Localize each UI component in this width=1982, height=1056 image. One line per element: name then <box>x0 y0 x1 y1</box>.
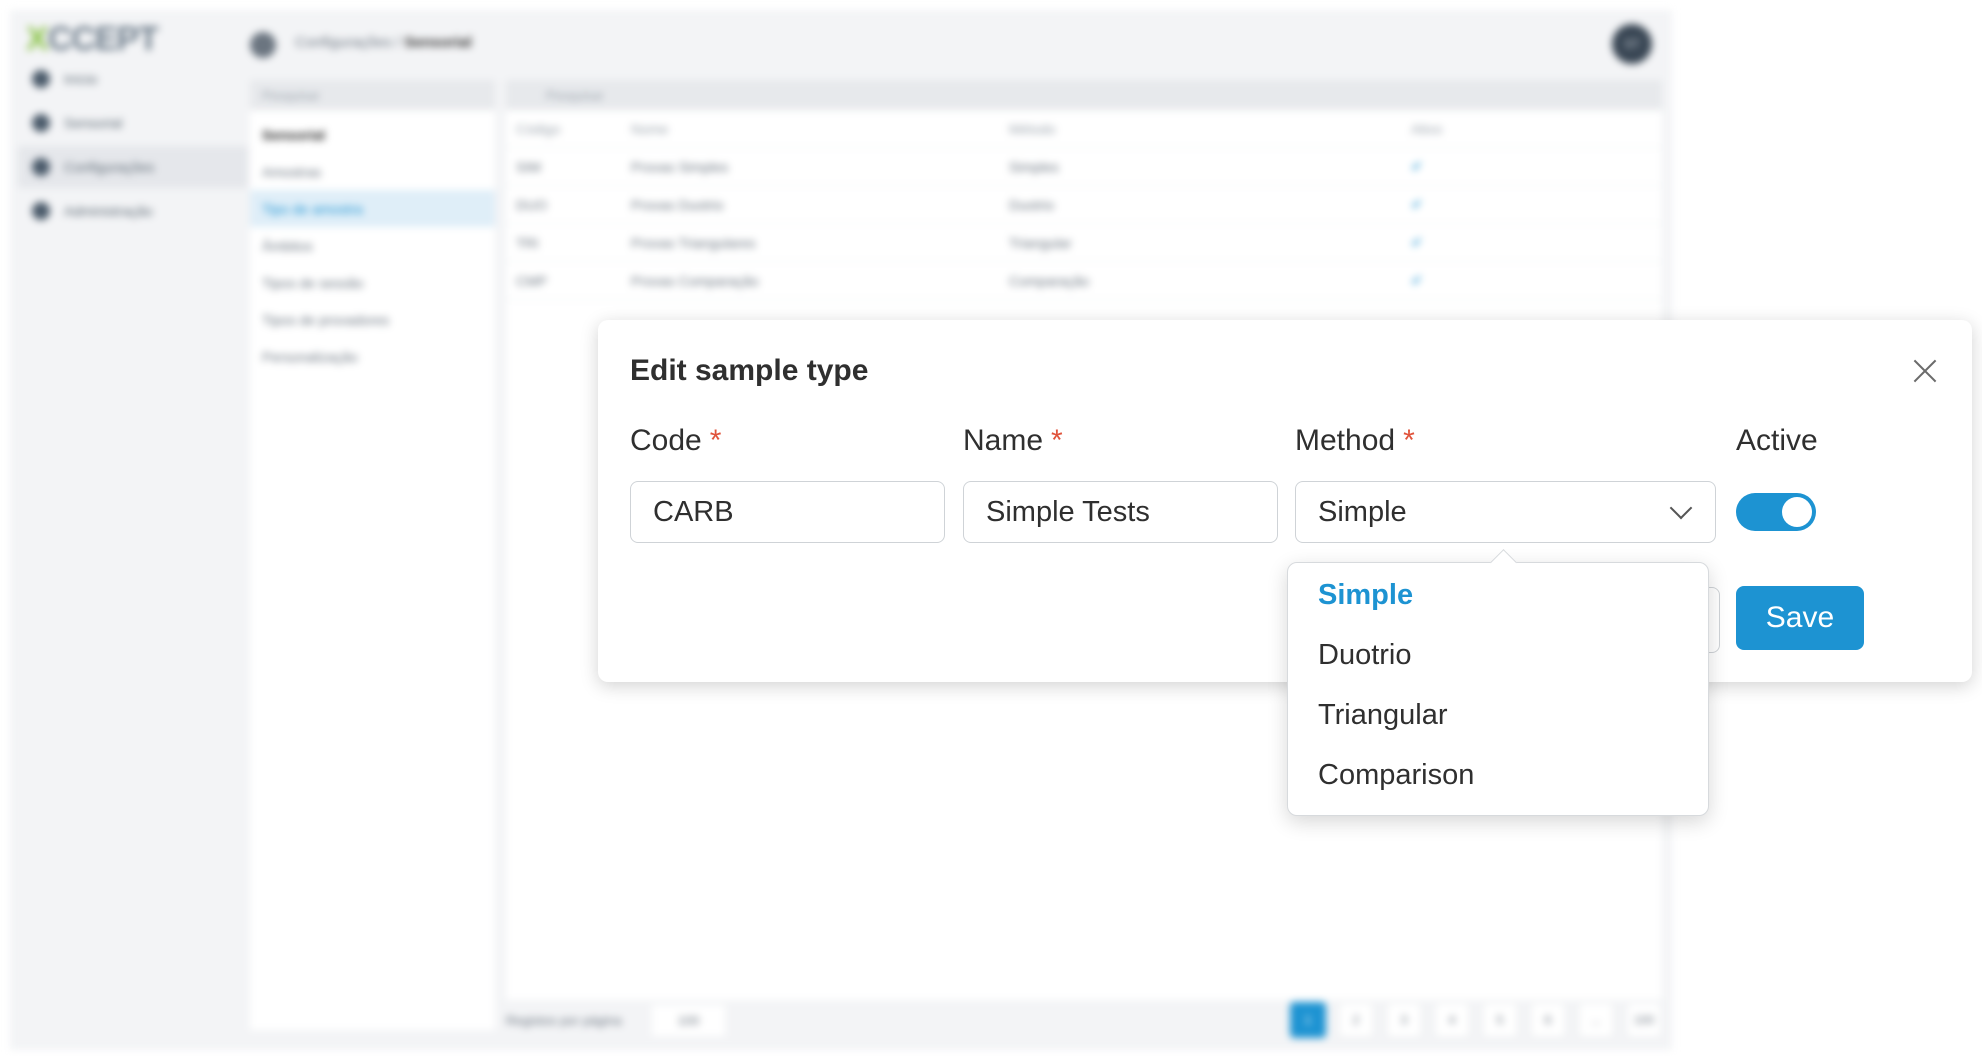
sidebar-item[interactable]: Tipos de sessão <box>250 264 495 301</box>
logo: XCCEPT <box>26 20 159 58</box>
name-label: Name * <box>963 424 1063 457</box>
sidebar-item[interactable]: Personalização <box>250 338 495 375</box>
active-label: Active <box>1736 424 1818 457</box>
toggle-knob <box>1782 497 1812 527</box>
gear-icon <box>32 158 50 176</box>
required-mark: * <box>1051 424 1063 457</box>
chevron-down-icon <box>1669 496 1693 520</box>
name-field[interactable] <box>963 481 1278 543</box>
pager-label: Registos por página <box>506 1012 622 1028</box>
settings-sidebar: Pesquisar Sensorial Amostras Tipo de amo… <box>250 80 495 1030</box>
table-row[interactable]: SIM Provas Simples Simples ✔ <box>506 148 1662 186</box>
main-nav: XCCEPT Início Sensorial Configurações Ad… <box>10 10 248 1050</box>
active-toggle[interactable] <box>1736 493 1816 531</box>
sensorial-icon <box>32 114 50 132</box>
breadcrumb: Configurações / Sensorial <box>295 34 472 51</box>
table-row[interactable]: TRI Provas Triangulares Triangular ✔ <box>506 224 1662 262</box>
nav-item-inicio[interactable]: Início <box>18 58 248 100</box>
table-search[interactable]: Pesquisar <box>506 80 1662 110</box>
page-button[interactable]: 4 <box>1434 1002 1470 1038</box>
edit-sample-type-dialog: Edit sample type Code * Name * Method * Act… <box>598 320 1972 682</box>
sidebar-header[interactable]: Sensorial <box>250 116 495 153</box>
close-icon[interactable] <box>1908 354 1942 388</box>
method-select-value: Simple <box>1318 495 1407 528</box>
method-option-comparison[interactable]: Comparison <box>1318 759 1474 792</box>
pager-size[interactable]: 100 <box>651 1004 726 1036</box>
page-button[interactable]: 2 <box>1338 1002 1374 1038</box>
method-option-simple[interactable]: Simple <box>1318 579 1413 612</box>
page-button[interactable]: ... <box>1578 1002 1614 1038</box>
dialog-title: Edit sample type <box>630 354 869 387</box>
method-label: Method * <box>1295 424 1415 457</box>
home-icon <box>32 70 50 88</box>
method-option-triangular[interactable]: Triangular <box>1318 699 1447 732</box>
method-option-duotrio[interactable]: Duotrio <box>1318 639 1412 672</box>
save-button[interactable]: Save <box>1736 586 1864 650</box>
sidebar-item[interactable]: Tipos de provadores <box>250 301 495 338</box>
nav-item-administracao[interactable]: Administração <box>18 190 248 232</box>
nav-item-configuracoes[interactable]: Configurações <box>18 146 248 188</box>
required-mark: * <box>709 424 722 457</box>
method-dropdown: Simple Duotrio Triangular Comparison <box>1287 549 1709 816</box>
page-button[interactable]: 5 <box>1482 1002 1518 1038</box>
admin-icon <box>32 202 50 220</box>
page-button[interactable]: 100 <box>1626 1002 1662 1038</box>
page-button[interactable]: 1 <box>1290 1002 1326 1038</box>
table-header: Código Nome Método Ativo <box>506 110 1662 148</box>
sidebar-item[interactable]: Tipo de amostra <box>250 190 495 227</box>
sidebar-item[interactable]: Amostras <box>250 153 495 190</box>
code-field[interactable] <box>630 481 945 543</box>
page-button[interactable]: 6 <box>1530 1002 1566 1038</box>
required-mark: * <box>1403 424 1415 457</box>
table-row[interactable]: DUO Provas Duotrio Duotrio ✔ <box>506 186 1662 224</box>
code-label: Code * <box>630 424 722 457</box>
table-row[interactable]: CMP Provas Comparação Comparação ✔ <box>506 262 1662 300</box>
nav-item-sensorial[interactable]: Sensorial <box>18 102 248 144</box>
method-select[interactable]: Simple <box>1295 481 1716 543</box>
pagination: Registos por página 100 1 2 3 4 5 6 ... … <box>506 1000 1662 1040</box>
sidebar-item[interactable]: Âmbitos <box>250 227 495 264</box>
page-button[interactable]: 3 <box>1386 1002 1422 1038</box>
avatar[interactable]: ST <box>1612 24 1652 64</box>
settings-icon <box>250 32 276 58</box>
sidebar-search[interactable]: Pesquisar <box>250 80 495 110</box>
